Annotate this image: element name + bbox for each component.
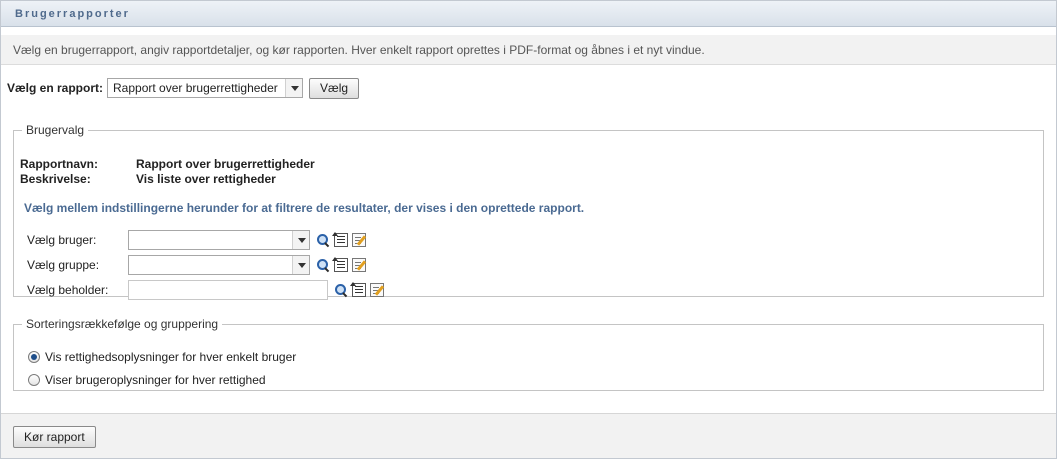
report-description-value: Vis liste over rettigheder bbox=[136, 172, 276, 186]
edit-icon[interactable] bbox=[370, 283, 384, 297]
search-icon[interactable] bbox=[316, 233, 330, 247]
container-filter-label: Vælg beholder: bbox=[27, 283, 109, 297]
filter-hint: Vælg mellem indstillingerne herunder for… bbox=[24, 201, 585, 215]
user-filter-row: Vælg bruger: bbox=[27, 230, 370, 250]
chevron-down-icon[interactable] bbox=[292, 231, 309, 249]
group-select[interactable] bbox=[128, 255, 310, 275]
footer-bar: Kør rapport bbox=[1, 413, 1056, 458]
container-filter-icons bbox=[334, 282, 388, 297]
container-filter-row: Vælg beholder: bbox=[27, 280, 388, 300]
report-chooser-label: Vælg en rapport: bbox=[7, 81, 104, 95]
edit-icon[interactable] bbox=[352, 258, 366, 272]
sorting-legend: Sorteringsrækkefølge og gruppering bbox=[26, 317, 219, 331]
group-filter-row: Vælg gruppe: bbox=[27, 255, 370, 275]
search-icon[interactable] bbox=[316, 258, 330, 272]
choose-report-button[interactable]: Vælg bbox=[309, 77, 360, 99]
sort-option-label: Vis rettighedsoplysninger for hver enkel… bbox=[45, 350, 297, 364]
report-description-row: Beskrivelse: Vis liste over rettigheder bbox=[20, 172, 276, 186]
sort-option-per-right[interactable]: Viser brugeroplysninger for hver rettigh… bbox=[28, 373, 266, 387]
radio-button[interactable] bbox=[28, 374, 40, 386]
user-select[interactable] bbox=[128, 230, 310, 250]
page-title: Brugerrapporter bbox=[15, 8, 130, 20]
report-name-label: Rapportnavn: bbox=[20, 157, 98, 171]
history-icon[interactable] bbox=[332, 232, 348, 247]
report-description-label: Beskrivelse: bbox=[20, 172, 91, 186]
report-select[interactable]: Rapport over brugerrettigheder bbox=[107, 78, 304, 98]
history-icon[interactable] bbox=[350, 282, 366, 297]
group-filter-icons bbox=[316, 257, 370, 272]
report-name-row: Rapportnavn: Rapport over brugerrettighed… bbox=[20, 157, 315, 171]
report-chooser: Vælg en rapport: Rapport over brugerrett… bbox=[7, 77, 360, 99]
sort-option-label: Viser brugeroplysninger for hver rettigh… bbox=[45, 373, 266, 387]
user-options-fieldset: Brugervalg Rapportnavn: Rapport over brug… bbox=[13, 123, 1044, 300]
panel-titlebar: Brugerrapporter bbox=[1, 1, 1056, 27]
page-description: Vælg en brugerrapport, angiv rapportdeta… bbox=[1, 35, 1056, 65]
chevron-down-icon[interactable] bbox=[292, 256, 309, 274]
chevron-down-icon[interactable] bbox=[285, 79, 303, 97]
radio-button-selected[interactable] bbox=[28, 351, 40, 363]
run-report-button[interactable]: Kør rapport bbox=[13, 426, 96, 448]
user-reports-panel: Brugerrapporter Vælg en brugerrapport, a… bbox=[0, 0, 1057, 459]
user-filter-label: Vælg bruger: bbox=[27, 233, 97, 247]
group-filter-label: Vælg gruppe: bbox=[27, 258, 100, 272]
history-icon[interactable] bbox=[332, 257, 348, 272]
report-name-value: Rapport over brugerrettigheder bbox=[136, 157, 315, 171]
user-filter-icons bbox=[316, 232, 370, 247]
sorting-fieldset: Sorteringsrækkefølge og gruppering Vis r… bbox=[13, 317, 1044, 391]
edit-icon[interactable] bbox=[352, 233, 366, 247]
container-input[interactable] bbox=[128, 280, 328, 300]
user-options-legend: Brugervalg bbox=[26, 123, 85, 137]
sort-option-per-user[interactable]: Vis rettighedsoplysninger for hver enkel… bbox=[28, 350, 296, 364]
search-icon[interactable] bbox=[334, 283, 348, 297]
report-select-value: Rapport over brugerrettigheder bbox=[113, 81, 278, 95]
